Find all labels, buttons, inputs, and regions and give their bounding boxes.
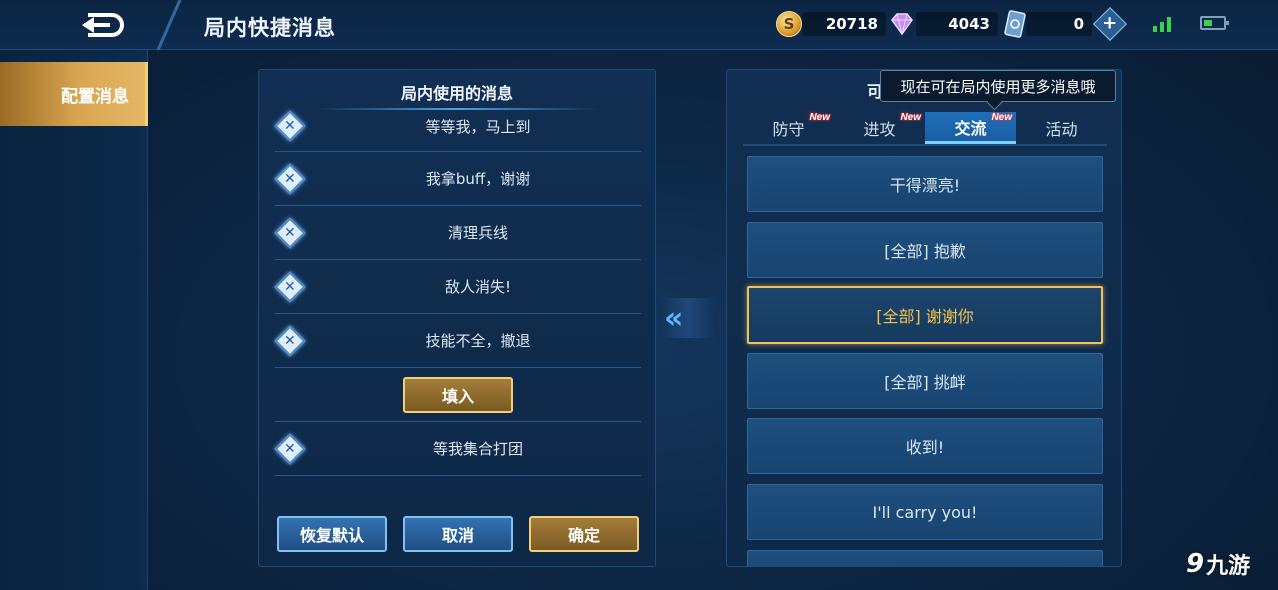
remove-message-button[interactable]: ✕ [274,432,306,465]
nine-game-logo-icon: 9 [1186,549,1205,579]
close-icon: ✕ [284,170,296,187]
confirm-button[interactable]: 确定 [529,516,639,552]
message-text: 等等我，马上到 [425,118,531,136]
back-arrow-icon[interactable] [78,11,126,39]
header-divider-icon [156,0,182,50]
tab-attack[interactable]: 进攻 New [834,112,925,144]
message-row: ✕ 清理兵线 [274,206,641,260]
coupon-card-icon [1004,10,1026,38]
close-icon: ✕ [284,440,296,457]
cancel-button[interactable]: 取消 [403,516,513,552]
gold-currency: S 20718 [776,10,886,38]
message-text: 敌人消失! [444,278,511,296]
page-title: 局内快捷消息 [204,16,336,40]
tab-events[interactable]: 活动 [1016,112,1107,144]
ticket-amount: 0 [1026,12,1092,36]
fill-in-button[interactable]: 填入 [403,377,513,413]
network-signal-icon [1153,17,1171,32]
remove-message-button[interactable]: ✕ [274,109,306,142]
message-text: 技能不全，撤退 [425,332,531,350]
tab-label: 交流 [954,118,987,138]
message-row: ✕ 等我集合打团 [274,422,641,476]
diamond-amount: 4043 [916,12,998,36]
remove-message-button[interactable]: ✕ [274,162,306,195]
remove-message-button[interactable]: ✕ [274,270,306,303]
message-option[interactable]: [全部] 挑衅 [747,353,1103,409]
sidebar-item-config-messages[interactable]: 配置消息 [0,62,148,126]
watermark-text: 九游 [1206,554,1251,579]
available-messages-panel: 可 防守 New 进攻 New 交流 New 活动 干得漂亮! [全部] 抱歉 … [726,69,1122,567]
tab-label: 活动 [1045,120,1078,139]
message-option[interactable]: 收到! [747,418,1103,474]
left-sidebar: 配置消息 [0,50,148,590]
tooltip: 现在可在局内使用更多消息哦 [880,70,1116,102]
message-row: ✕ 我拿buff，谢谢 [274,152,641,206]
new-badge: New [900,112,921,123]
message-text: 清理兵线 [447,224,508,242]
new-badge: New [991,112,1012,123]
message-option[interactable]: [全部] 抱歉 [747,222,1103,278]
close-icon: ✕ [284,278,296,295]
reset-default-button[interactable]: 恢复默认 [277,516,387,552]
new-badge: New [809,112,830,123]
tab-label: 防守 [772,120,805,139]
message-text: 等我集合打团 [432,440,523,458]
message-option-partial[interactable] [747,550,1103,566]
diamond-gem-icon [891,13,913,36]
remove-message-button[interactable]: ✕ [274,216,306,249]
move-left-arrow-icon[interactable]: « [660,298,716,338]
close-icon: ✕ [284,332,296,349]
close-icon: ✕ [284,117,296,134]
message-option[interactable]: 干得漂亮! [747,156,1103,212]
tab-defense[interactable]: 防守 New [743,112,834,144]
category-tabs: 防守 New 进攻 New 交流 New 活动 [743,112,1107,146]
message-row: ✕ 等等我，马上到 [274,100,641,152]
plus-icon: + [1102,13,1118,34]
tab-label: 进攻 [863,120,896,139]
remove-message-button[interactable]: ✕ [274,324,306,357]
gold-coin-icon: S [776,11,802,37]
recharge-plus-button[interactable]: + [1093,7,1127,41]
message-row: ✕ 技能不全，撤退 [274,314,641,368]
message-option[interactable]: I'll carry you! [747,484,1103,540]
message-text: 我拿buff，谢谢 [425,170,531,188]
diamond-currency: 4043 [888,10,998,38]
close-icon: ✕ [284,224,296,241]
tab-communication[interactable]: 交流 New [925,112,1016,144]
ticket-currency: 0 + [1004,7,1127,41]
top-bar: 局内快捷消息 S 20718 4043 0 + [0,0,1278,50]
in-game-messages-panel: 局内使用的消息 ✕ 等等我，马上到 ✕ 我拿buff，谢谢 ✕ 清理兵线 ✕ 敌… [258,69,656,567]
message-row: ✕ 敌人消失! [274,260,641,314]
message-option-selected[interactable]: [全部] 谢谢你 [747,286,1103,344]
gold-amount: 20718 [802,12,886,36]
battery-icon [1200,16,1229,30]
watermark-logo: 9 九游 [1186,544,1278,584]
